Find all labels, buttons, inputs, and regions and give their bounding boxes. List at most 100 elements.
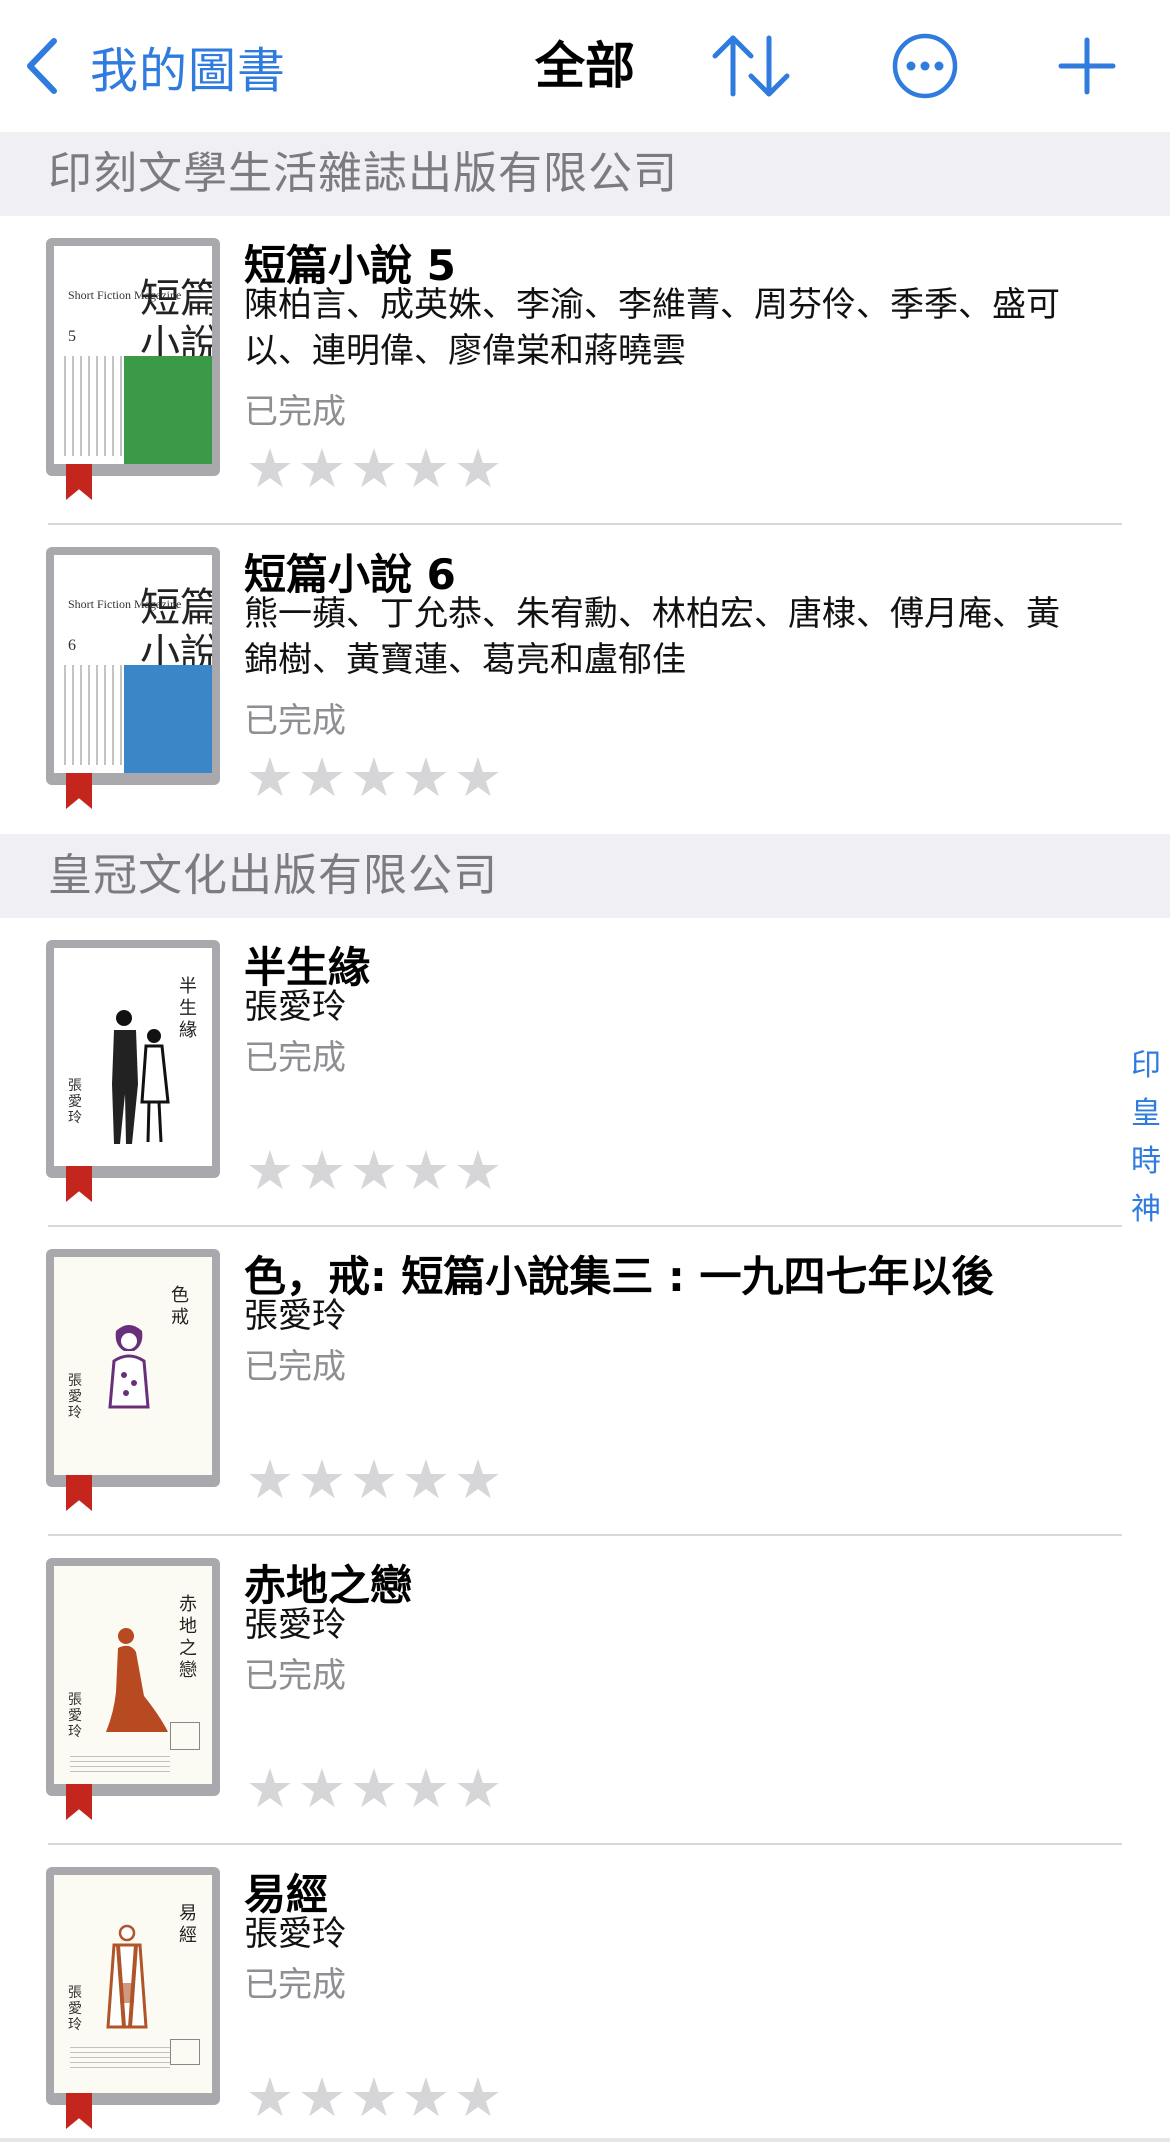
section-header: 皇冠文化出版有限公司: [0, 834, 1170, 918]
index-item[interactable]: 印: [1131, 1042, 1161, 1090]
section-header: 印刻文學生活雜誌出版有限公司: [0, 132, 1170, 216]
book-row[interactable]: Short Fiction Magazine 5 短篇小說 短篇小說 5 陳柏言…: [0, 216, 1170, 525]
star-icon[interactable]: ★: [244, 1762, 296, 1816]
star-icon[interactable]: ★: [400, 442, 452, 496]
book-cover[interactable]: 色戒 張愛玲: [46, 1249, 220, 1511]
star-icon[interactable]: ★: [348, 1144, 400, 1198]
star-icon[interactable]: ★: [400, 1762, 452, 1816]
book-row[interactable]: 赤地之戀 張愛玲 赤地之戀 張愛玲 已完成 ★ ★ ★ ★ ★: [0, 1536, 1170, 1845]
bookmark-ribbon-icon: [66, 1784, 92, 1820]
index-item[interactable]: 時: [1131, 1138, 1161, 1186]
star-icon[interactable]: ★: [348, 1762, 400, 1816]
book-row[interactable]: 色戒 張愛玲 色，戒: 短篇小說集三 : 一九四七年以後 張愛玲 已完成 ★ ★…: [0, 1227, 1170, 1536]
add-button[interactable]: [1042, 26, 1132, 106]
bookmark-ribbon-icon: [66, 2093, 92, 2129]
section-index-bar[interactable]: 印 皇 時 神: [1128, 1042, 1164, 1234]
star-icon[interactable]: ★: [296, 751, 348, 805]
star-icon[interactable]: ★: [400, 2071, 452, 2125]
book-cover[interactable]: 赤地之戀 張愛玲: [46, 1558, 220, 1820]
star-icon[interactable]: ★: [400, 1144, 452, 1198]
page-title: 全部: [535, 37, 635, 95]
couple-illustration: [112, 1010, 170, 1144]
book-row[interactable]: 半生緣 張愛玲 半生緣 張愛玲 已完成 ★ ★ ★ ★ ★: [0, 918, 1170, 1227]
cover-vertical-title: 色戒: [171, 1285, 189, 1328]
book-status: 已完成: [244, 392, 346, 432]
book-author: 張愛玲: [244, 1605, 346, 1645]
cover-signature: 張愛玲: [68, 1692, 82, 1740]
book-row[interactable]: Short Fiction Magazine 6 短篇小說 短篇小說 6 熊一蘋…: [0, 525, 1170, 834]
more-button[interactable]: [880, 26, 970, 106]
star-icon[interactable]: ★: [348, 2071, 400, 2125]
book-status: 已完成: [244, 701, 346, 741]
book-cover[interactable]: Short Fiction Magazine 6 短篇小說: [46, 547, 220, 809]
star-icon[interactable]: ★: [400, 1453, 452, 1507]
star-icon[interactable]: ★: [296, 1144, 348, 1198]
library-page: 我的圖書 全部 印刻文學生活雜誌出版有限公司 Short Fiction Mag…: [0, 0, 1170, 2142]
back-button[interactable]: 我的圖書: [22, 30, 286, 102]
figure-illustration: [106, 1924, 148, 2029]
book-author: 張愛玲: [244, 1914, 346, 1954]
cover-issue-number: 5: [68, 328, 76, 345]
star-rating[interactable]: ★ ★ ★ ★ ★: [244, 1453, 504, 1507]
cover-vertical-title: 赤地之戀: [179, 1594, 197, 1681]
navigation-bar: 我的圖書 全部: [0, 0, 1170, 132]
star-icon[interactable]: ★: [296, 442, 348, 496]
cover-color-block: [124, 665, 212, 773]
bottom-divider: [0, 2138, 1170, 2142]
sort-button[interactable]: [706, 26, 796, 106]
star-rating[interactable]: ★ ★ ★ ★ ★: [244, 751, 504, 805]
chevron-left-icon: [27, 38, 57, 94]
cover-text-lines: [64, 356, 122, 456]
book-row[interactable]: 易經 張愛玲 易經 張愛玲 已完成 ★ ★ ★ ★ ★: [0, 1845, 1170, 2142]
star-rating[interactable]: ★ ★ ★ ★ ★: [244, 442, 504, 496]
cover-signature: 張愛玲: [68, 1373, 82, 1421]
star-icon[interactable]: ★: [348, 751, 400, 805]
star-rating[interactable]: ★ ★ ★ ★ ★: [244, 1144, 504, 1198]
cover-vertical-title: 易經: [179, 1903, 197, 1946]
star-icon[interactable]: ★: [244, 2071, 296, 2125]
star-icon[interactable]: ★: [296, 1762, 348, 1816]
cover-signature: 張愛玲: [68, 1078, 82, 1126]
star-icon[interactable]: ★: [452, 751, 504, 805]
index-item[interactable]: 皇: [1131, 1090, 1161, 1138]
star-icon[interactable]: ★: [244, 751, 296, 805]
star-icon[interactable]: ★: [348, 1453, 400, 1507]
back-button-label: 我的圖書: [90, 43, 287, 99]
star-icon[interactable]: ★: [244, 442, 296, 496]
star-icon[interactable]: ★: [348, 442, 400, 496]
section-header-label: 印刻文學生活雜誌出版有限公司: [48, 148, 678, 199]
book-cover[interactable]: Short Fiction Magazine 5 短篇小說: [46, 238, 220, 500]
more-circle-icon: [892, 33, 958, 99]
star-icon[interactable]: ★: [452, 1144, 504, 1198]
star-icon[interactable]: ★: [452, 1762, 504, 1816]
star-icon[interactable]: ★: [452, 442, 504, 496]
star-icon[interactable]: ★: [452, 2071, 504, 2125]
cover-vertical-title: 半生緣: [179, 976, 197, 1041]
woman-illustration: [108, 1325, 150, 1409]
cover-color-block: [124, 356, 212, 464]
book-author: 熊一蘋、丁允恭、朱宥勳、林柏宏、唐棣、傅月庵、黃錦樹、黃寶蓮、葛亮和盧郁佳: [244, 594, 1060, 680]
star-rating[interactable]: ★ ★ ★ ★ ★: [244, 2071, 504, 2125]
star-rating[interactable]: ★ ★ ★ ★ ★: [244, 1762, 504, 1816]
woman-illustration: [106, 1628, 168, 1732]
star-icon[interactable]: ★: [244, 1453, 296, 1507]
book-cover[interactable]: 半生緣 張愛玲: [46, 940, 220, 1202]
book-author: 陳柏言、成英姝、李渝、李維菁、周芬伶、季季、盛可以、連明偉、廖偉棠和蔣曉雲: [244, 285, 1060, 371]
star-icon[interactable]: ★: [400, 751, 452, 805]
book-status: 已完成: [244, 1965, 346, 2005]
star-icon[interactable]: ★: [452, 1453, 504, 1507]
section-header-label: 皇冠文化出版有限公司: [48, 850, 498, 901]
cover-signature: 張愛玲: [68, 1985, 82, 2033]
star-icon[interactable]: ★: [296, 1453, 348, 1507]
star-icon[interactable]: ★: [244, 1144, 296, 1198]
star-icon[interactable]: ★: [296, 2071, 348, 2125]
book-status: 已完成: [244, 1347, 346, 1387]
book-status: 已完成: [244, 1656, 346, 1696]
sort-arrows-icon: [712, 35, 790, 97]
book-cover[interactable]: 易經 張愛玲: [46, 1867, 220, 2129]
plus-icon: [1058, 37, 1116, 95]
cover-chinese-title: 短篇小說: [140, 276, 212, 368]
index-item[interactable]: 神: [1131, 1186, 1161, 1234]
bookmark-ribbon-icon: [66, 464, 92, 500]
bookmark-ribbon-icon: [66, 1166, 92, 1202]
